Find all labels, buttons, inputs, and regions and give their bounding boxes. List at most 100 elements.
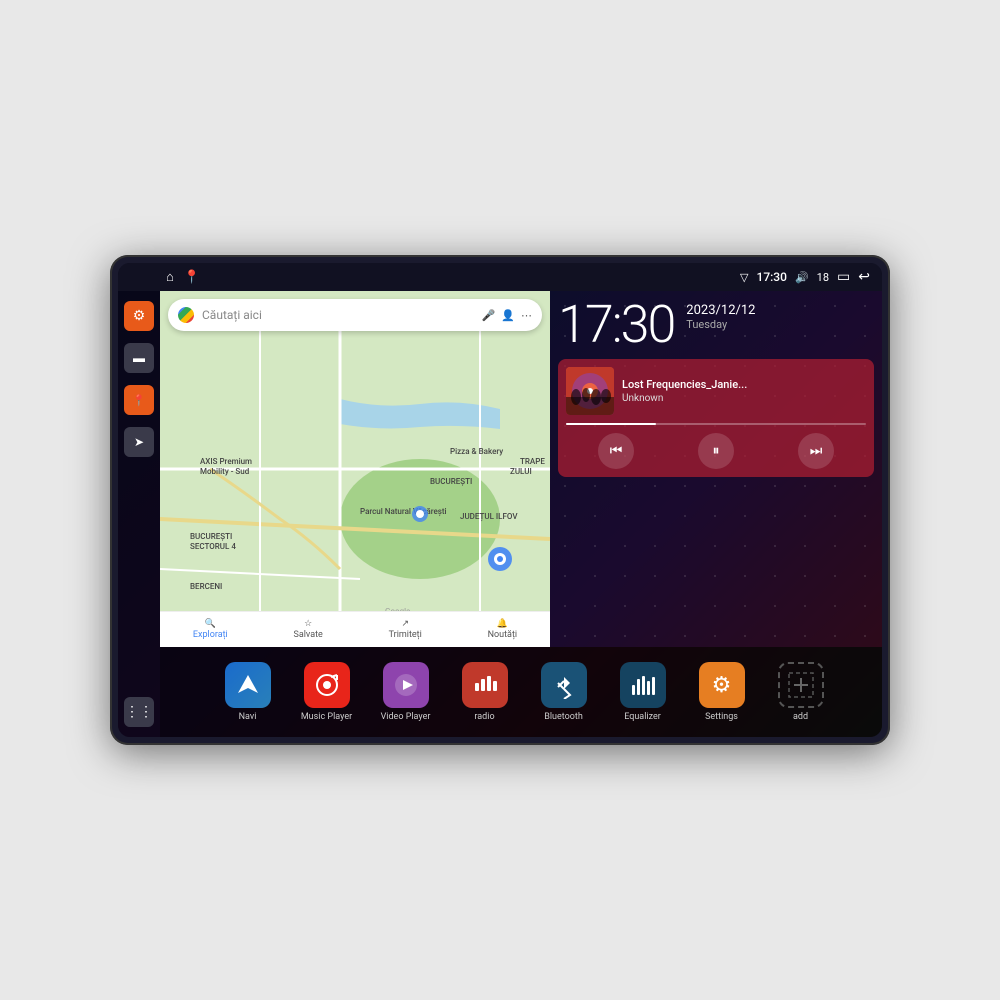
settings-app-icon: ⚙ [699,662,745,708]
news-label: Noutăți [488,630,518,640]
clock-weekday: Tuesday [686,318,755,331]
play-pause-button[interactable]: ⏸ [698,433,734,469]
map-background: AXIS Premium Mobility - Sud TRAPE ZULUI … [160,291,550,647]
saved-icon: ☆ [304,619,312,629]
song-artist: Unknown [622,393,866,404]
svg-text:BUCUREȘTI: BUCUREȘTI [430,477,472,486]
map-saved-btn[interactable]: ☆ Salvate [294,619,323,640]
account-icon[interactable]: 👤 [501,309,515,322]
status-bar: ⌂ 📍 ▽ 17:30 🔊 18 ▭ ↩ [118,263,882,291]
share-label: Trimiteți [389,630,422,640]
settings-dots-icon[interactable]: ⋯ [521,309,532,322]
navi-label: Navi [239,712,257,722]
map-search-icons: 🎤 👤 ⋯ [482,309,532,322]
next-button[interactable]: ⏭ [798,433,834,469]
navigation-icon: ➤ [134,435,144,449]
equalizer-icon [620,662,666,708]
album-art [566,367,614,415]
clock-time: 17:30 [558,299,674,351]
explore-label: Explorați [193,630,228,640]
prev-icon: ⏮ [610,443,623,459]
svg-text:AXIS Premium: AXIS Premium [200,457,252,466]
app-add[interactable]: add [763,662,838,722]
back-icon[interactable]: ↩ [858,269,870,285]
main-area: ⚙ ▬ 📍 ➤ ⋮⋮ [118,291,882,737]
app-video-player[interactable]: Video Player [368,662,443,722]
app-bluetooth[interactable]: Bluetooth [526,662,601,722]
battery-icon: ▭ [837,269,850,285]
share-icon: ↗ [401,619,409,629]
sidebar-grid-btn[interactable]: ⋮⋮ [124,697,154,727]
music-player-icon [304,662,350,708]
wifi-icon: ▽ [740,271,748,284]
files-icon: ▬ [133,351,145,365]
bluetooth-label: Bluetooth [544,712,583,722]
radio-icon [462,662,508,708]
song-title: Lost Frequencies_Janie... [622,378,866,391]
pause-icon: ⏸ [713,443,720,459]
app-equalizer[interactable]: Equalizer [605,662,680,722]
song-info: Lost Frequencies_Janie... Unknown [622,378,866,404]
svg-text:ZULUI: ZULUI [510,467,532,476]
prev-button[interactable]: ⏮ [598,433,634,469]
next-icon: ⏭ [810,443,823,459]
svg-text:TRAPE: TRAPE [520,457,545,466]
bluetooth-icon-bg [541,662,587,708]
map-explore-btn[interactable]: 🔍 Explorați [193,619,228,640]
svg-text:BUCUREȘTI: BUCUREȘTI [190,532,232,541]
app-settings[interactable]: ⚙ Settings [684,662,759,722]
app-radio[interactable]: radio [447,662,522,722]
music-widget: Lost Frequencies_Janie... Unknown ⏮ [558,359,874,477]
settings-icon: ⚙ [133,308,146,324]
grid-icon: ⋮⋮ [125,704,153,720]
navi-icon [225,662,271,708]
progress-bar[interactable] [566,423,866,425]
music-player-label: Music Player [301,712,352,722]
car-head-unit: ⌂ 📍 ▽ 17:30 🔊 18 ▭ ↩ ⚙ ▬ [110,255,890,745]
music-top: Lost Frequencies_Janie... Unknown [566,367,866,415]
radio-label: radio [474,712,494,722]
video-player-label: Video Player [381,712,431,722]
sidebar-settings-btn[interactable]: ⚙ [124,301,154,331]
player-controls: ⏮ ⏸ ⏭ [566,433,866,469]
mic-icon[interactable]: 🎤 [482,309,496,322]
add-label: add [793,712,808,722]
map-svg: AXIS Premium Mobility - Sud TRAPE ZULUI … [160,291,550,647]
map-search-bar[interactable]: Căutați aici 🎤 👤 ⋯ [168,299,542,331]
map-bottom-bar: 🔍 Explorați ☆ Salvate ↗ Trimiteți [160,611,550,647]
left-sidebar: ⚙ ▬ 📍 ➤ ⋮⋮ [118,291,160,737]
add-icon [778,662,824,708]
map-panel[interactable]: AXIS Premium Mobility - Sud TRAPE ZULUI … [160,291,550,647]
sidebar-files-btn[interactable]: ▬ [124,343,154,373]
clock-date: 2023/12/12 Tuesday [686,299,755,331]
svg-text:JUDEȚUL ILFOV: JUDEȚUL ILFOV [460,512,518,521]
map-search-input[interactable]: Căutați aici [202,308,474,322]
sidebar-maps-btn[interactable]: 📍 [124,385,154,415]
map-pin-icon: 📍 [132,394,146,407]
map-share-btn[interactable]: ↗ Trimiteți [389,619,422,640]
google-maps-logo [178,307,194,323]
map-news-btn[interactable]: 🔔 Noutăți [488,619,518,640]
volume-icon: 🔊 [795,271,809,284]
saved-label: Salvate [294,630,323,640]
status-time: 17:30 [757,270,787,284]
clock-section: 17:30 2023/12/12 Tuesday [558,299,874,351]
svg-text:SECTORUL 4: SECTORUL 4 [190,542,236,551]
explore-icon: 🔍 [205,619,216,629]
svg-text:BERCENI: BERCENI [190,582,222,591]
sidebar-nav-btn[interactable]: ➤ [124,427,154,457]
progress-fill [566,423,656,425]
svg-text:Mobility - Sud: Mobility - Sud [200,467,250,476]
app-navi[interactable]: Navi [210,662,285,722]
maps-shortcut-icon[interactable]: 📍 [184,270,200,285]
settings-app-label: Settings [705,712,738,722]
app-grid-section: Navi Music Player [160,647,882,737]
home-icon[interactable]: ⌂ [166,269,174,285]
top-panels: AXIS Premium Mobility - Sud TRAPE ZULUI … [160,291,882,647]
device-screen: ⌂ 📍 ▽ 17:30 🔊 18 ▭ ↩ ⚙ ▬ [118,263,882,737]
clock-year: 2023/12/12 [686,303,755,318]
app-music-player[interactable]: Music Player [289,662,364,722]
svg-text:Parcul Natural Văcărești: Parcul Natural Văcărești [360,507,447,516]
svg-text:Pizza & Bakery: Pizza & Bakery [450,447,503,456]
content-panels: AXIS Premium Mobility - Sud TRAPE ZULUI … [160,291,882,737]
